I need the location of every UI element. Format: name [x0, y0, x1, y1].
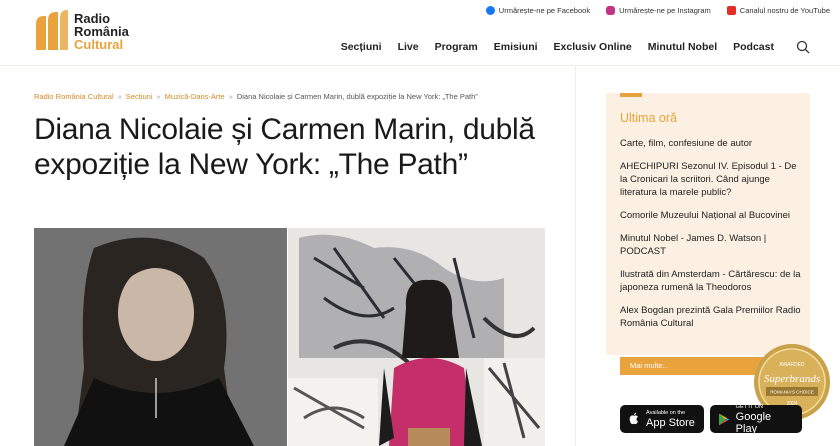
- latest-news-list: Carte, film, confesiune de autor AHECHIP…: [620, 137, 802, 340]
- site-header: Radio România Cultural Urmărește-ne pe F…: [0, 0, 840, 66]
- latest-news-item[interactable]: Ilustrată din Amsterdam - Cărtărescu: de…: [620, 268, 802, 294]
- nav-item-exclusiv-online[interactable]: Exclusiv Online: [554, 41, 632, 53]
- youtube-link-label: Canalul nostru de YouTube: [739, 5, 830, 15]
- instagram-link[interactable]: Urmărește-ne pe Instagram: [606, 3, 711, 17]
- latest-news-item[interactable]: Carte, film, confesiune de autor: [620, 137, 802, 150]
- instagram-icon: [606, 5, 616, 15]
- google-play-big-text: Google Play: [735, 410, 772, 435]
- app-store-button[interactable]: Available on the App Store: [620, 405, 704, 433]
- facebook-icon: [485, 5, 495, 15]
- nav-item-emisiuni[interactable]: Emisiuni: [494, 41, 538, 53]
- column-divider: [575, 66, 576, 446]
- facebook-link-label: Urmărește-ne pe Facebook: [498, 5, 591, 15]
- nav-item-sectiuni[interactable]: Secțiuni: [341, 41, 382, 53]
- breadcrumb-home[interactable]: Radio România Cultural: [34, 92, 114, 101]
- badge-brand-text: Superbrands: [764, 373, 820, 385]
- breadcrumb-separator: »: [156, 92, 161, 101]
- site-logo[interactable]: Radio România Cultural: [34, 10, 144, 54]
- nav-item-live[interactable]: Live: [398, 41, 419, 53]
- breadcrumb-current: Diana Nicolaie și Carmen Marin, dublă ex…: [236, 92, 478, 101]
- logo-mark-icon: [36, 10, 68, 50]
- latest-news-item[interactable]: Minutul Nobel - James D. Watson | PODCAS…: [620, 232, 802, 258]
- app-store-big-text: App Store: [646, 416, 695, 429]
- latest-news-item[interactable]: Comorile Muzeului Național al Bucovinei: [620, 209, 802, 222]
- latest-news-item[interactable]: AHECHIPURI Sezonul IV. Episodul 1 - De l…: [620, 160, 802, 199]
- instagram-link-label: Urmărește-ne pe Instagram: [619, 5, 711, 15]
- google-play-button[interactable]: GET IT ON Google Play: [710, 403, 802, 435]
- nav-item-podcast[interactable]: Podcast: [733, 41, 774, 53]
- sidebar-accent-bar: [620, 93, 642, 97]
- article-photo: [34, 228, 545, 446]
- logo-wordmark: Radio România Cultural: [74, 12, 129, 51]
- badge-top-text: AWARDED: [779, 362, 805, 368]
- google-play-icon: [718, 413, 730, 425]
- app-store-small-text: Available on the: [646, 409, 686, 416]
- breadcrumb-sectiuni[interactable]: Secțiuni: [126, 92, 153, 101]
- breadcrumb-separator: »: [117, 92, 122, 101]
- latest-news-sidebar: Ultima oră Carte, film, confesiune de au…: [606, 93, 810, 355]
- youtube-icon: [726, 5, 736, 15]
- google-play-small-text: GET IT ON: [735, 403, 763, 410]
- main-nav: Secțiuni Live Program Emisiuni Exclusiv …: [341, 40, 810, 54]
- latest-news-item[interactable]: Alex Bogdan prezintă Gala Premiilor Radi…: [620, 304, 802, 330]
- breadcrumb-category[interactable]: Muzică-Dans-Arte: [165, 92, 225, 101]
- search-icon[interactable]: [796, 40, 810, 54]
- breadcrumb: Radio România Cultural» Secțiuni» Muzică-D…: [34, 92, 478, 101]
- breadcrumb-separator: »: [228, 92, 233, 101]
- facebook-link[interactable]: Urmărește-ne pe Facebook: [485, 3, 591, 17]
- article-title: Diana Nicolaie și Carmen Marin, dublă ex…: [34, 113, 535, 181]
- social-links: Urmărește-ne pe Facebook Urmărește-ne pe…: [485, 3, 840, 17]
- apple-icon: [629, 412, 638, 425]
- badge-sub-text: ROMANIA'S CHOICE: [770, 390, 814, 395]
- logo-line-3: Cultural: [74, 37, 124, 52]
- nav-item-minutul-nobel[interactable]: Minutul Nobel: [648, 41, 717, 53]
- youtube-link[interactable]: Canalul nostru de YouTube: [726, 3, 830, 17]
- sidebar-title: Ultima oră: [620, 111, 677, 125]
- nav-item-program[interactable]: Program: [435, 41, 478, 53]
